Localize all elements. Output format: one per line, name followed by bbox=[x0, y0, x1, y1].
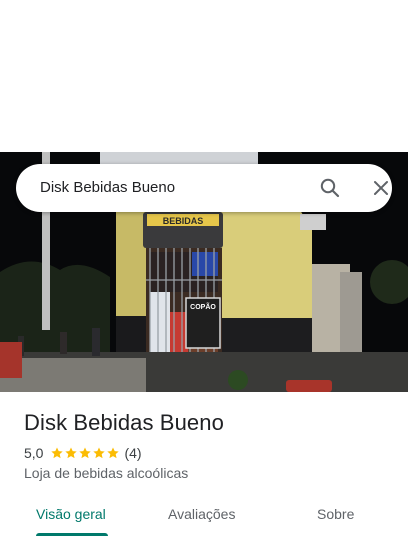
map-area bbox=[0, 0, 408, 152]
star-icon bbox=[79, 447, 92, 459]
place-category: Loja de bebidas alcoólicas bbox=[24, 465, 189, 481]
search-input[interactable]: Disk Bebidas Bueno bbox=[40, 179, 175, 196]
place-title: Disk Bebidas Bueno bbox=[24, 410, 224, 435]
rating-value: 5,0 bbox=[24, 445, 44, 461]
search-icon[interactable] bbox=[318, 176, 342, 200]
search-bar[interactable]: Disk Bebidas Bueno bbox=[16, 164, 392, 212]
star-icon bbox=[93, 447, 106, 459]
active-tab-indicator bbox=[36, 533, 108, 536]
poster-text: COPÃO bbox=[190, 302, 216, 311]
place-tabs: Visão geral Avaliações Sobre bbox=[0, 496, 408, 544]
star-icon bbox=[51, 447, 64, 459]
tab-overview[interactable]: Visão geral bbox=[36, 506, 106, 522]
star-rating bbox=[50, 446, 120, 460]
shop-sign: BEBIDAS bbox=[163, 216, 204, 226]
rating-row[interactable]: 5,0 (4) bbox=[24, 444, 142, 462]
star-icon bbox=[65, 447, 78, 459]
review-count[interactable]: (4) bbox=[124, 445, 141, 461]
tab-reviews[interactable]: Avaliações bbox=[168, 506, 235, 522]
star-icon bbox=[107, 447, 120, 459]
close-icon[interactable] bbox=[369, 176, 393, 200]
tab-about[interactable]: Sobre bbox=[317, 506, 354, 522]
